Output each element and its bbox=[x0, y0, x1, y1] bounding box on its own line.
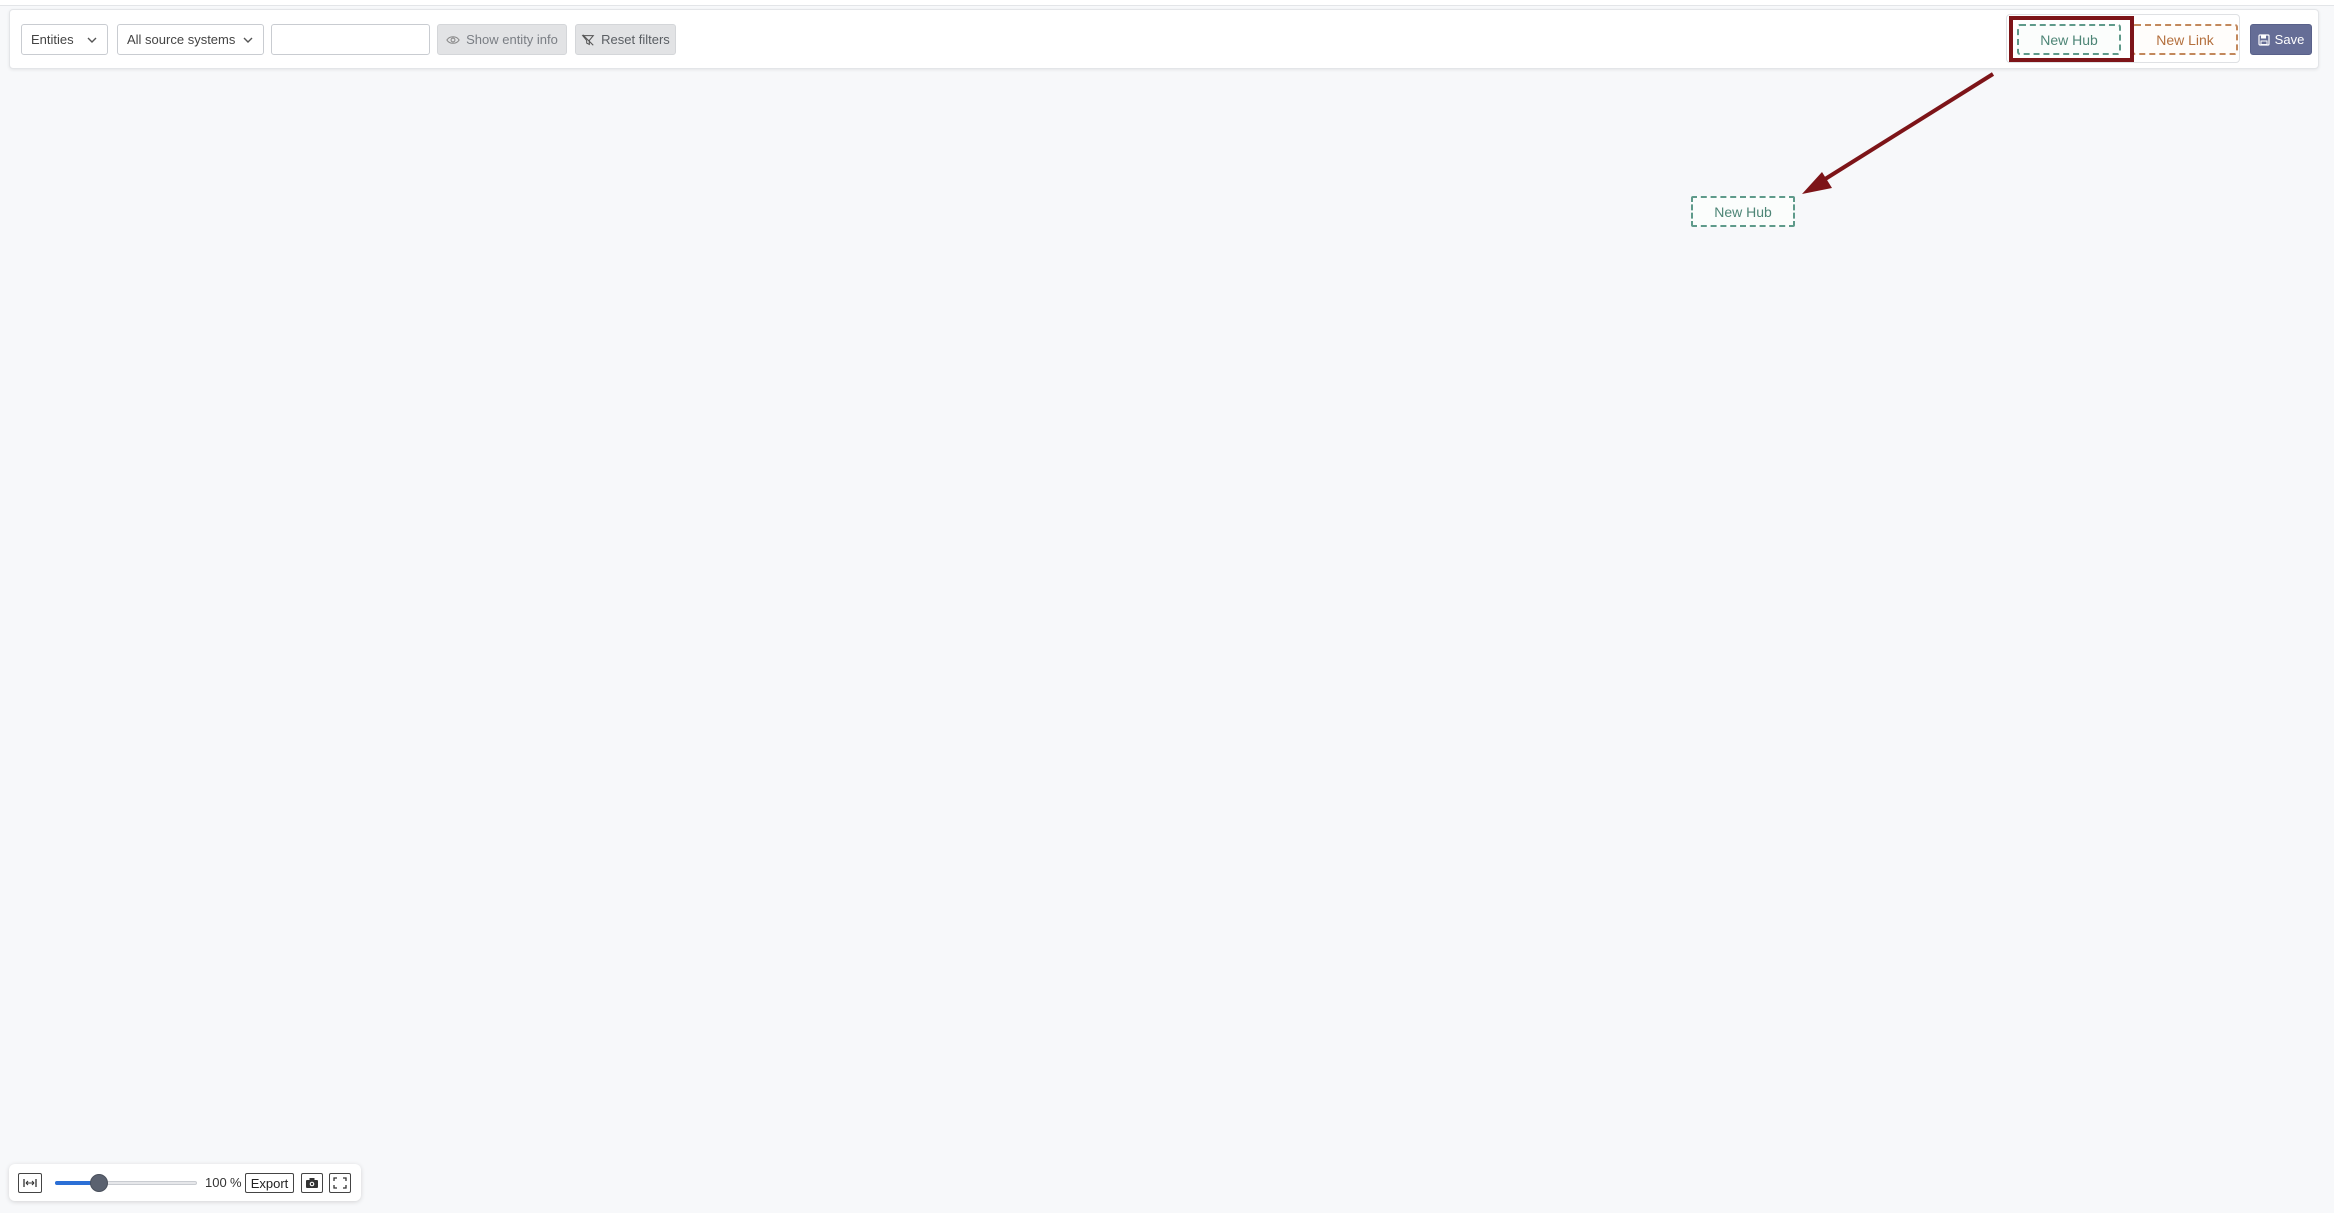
new-link-button[interactable]: New Link bbox=[2132, 24, 2238, 55]
canvas-hub-node[interactable]: New Hub bbox=[1691, 196, 1795, 227]
chevron-down-icon bbox=[87, 37, 97, 43]
annotation-arrow-line bbox=[1820, 72, 1995, 183]
zoom-slider-thumb[interactable] bbox=[90, 1174, 109, 1192]
zoom-percent-unit: % bbox=[230, 1175, 242, 1190]
reset-filters-button[interactable]: Reset filters bbox=[575, 24, 676, 55]
annotation-arrow-head bbox=[1802, 172, 1832, 194]
show-entity-info-label: Show entity info bbox=[466, 32, 558, 47]
annotation-arrow bbox=[1802, 72, 1995, 194]
search-input[interactable] bbox=[271, 24, 430, 55]
new-hub-label: New Hub bbox=[2040, 31, 2098, 48]
screenshot-button[interactable] bbox=[301, 1173, 323, 1193]
new-link-label: New Link bbox=[2156, 31, 2214, 48]
export-button[interactable]: Export bbox=[245, 1173, 294, 1193]
eye-icon bbox=[446, 35, 460, 44]
source-system-select[interactable]: All source systems bbox=[117, 24, 264, 55]
entity-type-select-value: Entities bbox=[31, 32, 74, 47]
floppy-disk-icon bbox=[2258, 33, 2270, 46]
reset-filters-label: Reset filters bbox=[601, 32, 670, 47]
canvas-hub-node-label: New Hub bbox=[1714, 203, 1772, 220]
filter-toolbar: Entities All source systems Show entity … bbox=[9, 9, 2319, 69]
show-entity-info-button[interactable]: Show entity info bbox=[437, 24, 567, 55]
fit-width-icon bbox=[23, 1179, 37, 1187]
save-label: Save bbox=[2274, 32, 2305, 47]
fit-to-screen-button[interactable] bbox=[18, 1173, 42, 1193]
filter-off-icon bbox=[581, 33, 595, 46]
export-label: Export bbox=[250, 1175, 289, 1191]
entity-type-select[interactable]: Entities bbox=[21, 24, 108, 55]
zoom-controls: 100 % Export bbox=[9, 1164, 361, 1201]
new-hub-button[interactable]: New Hub bbox=[2017, 24, 2121, 55]
save-button[interactable]: Save bbox=[2250, 24, 2312, 55]
fullscreen-icon bbox=[333, 1177, 347, 1189]
zoom-percent-value: 100 bbox=[205, 1175, 227, 1190]
chevron-down-icon bbox=[243, 37, 253, 43]
camera-icon bbox=[306, 1178, 318, 1188]
source-system-select-value: All source systems bbox=[127, 32, 236, 47]
fullscreen-button[interactable] bbox=[329, 1173, 351, 1193]
top-edge bbox=[0, 0, 2334, 6]
